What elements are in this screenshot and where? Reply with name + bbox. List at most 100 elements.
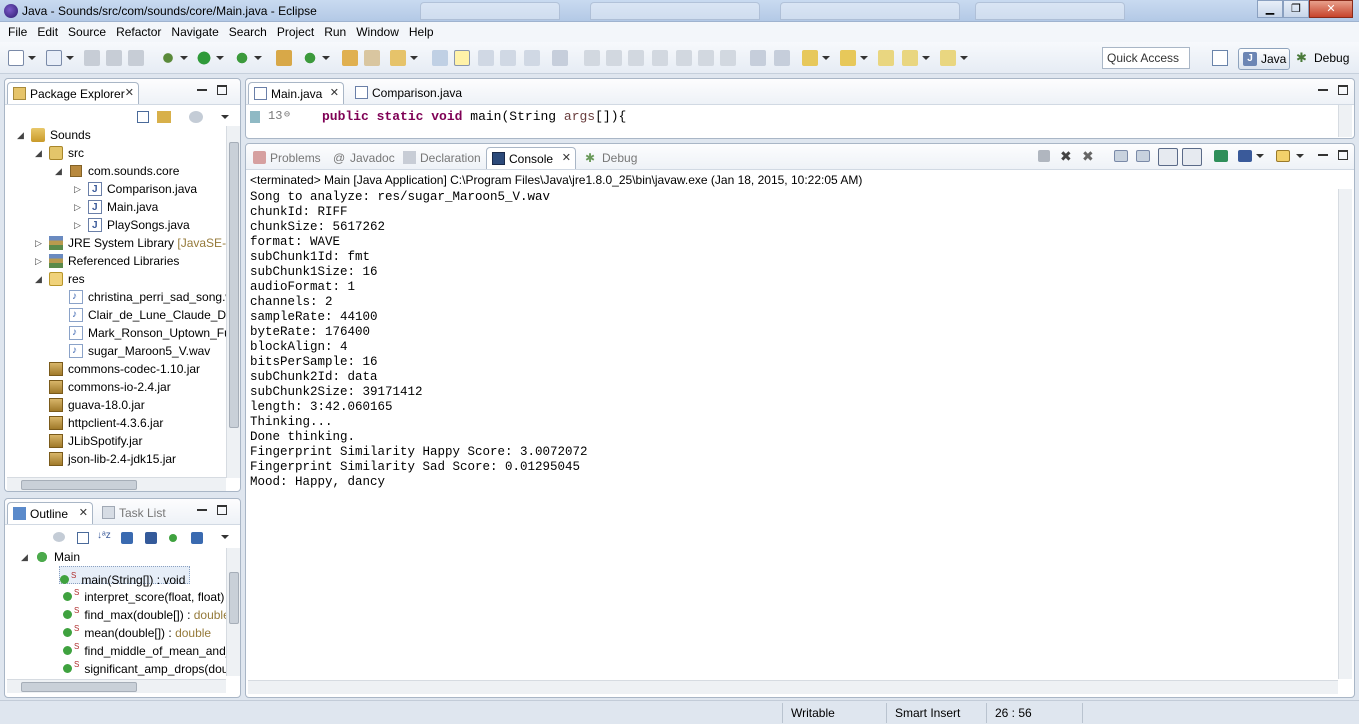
tree-item-project[interactable]: ◢ Sounds (17, 126, 91, 144)
collapsed-icon[interactable]: ▷ (74, 198, 81, 216)
chevron-down-icon[interactable] (822, 56, 830, 60)
tab-console[interactable]: Console ✕ (486, 147, 576, 169)
hide-local-types-icon[interactable] (191, 532, 203, 544)
outline-method[interactable]: Sfind_max(double[]) : double (63, 602, 227, 622)
tree-item-jar[interactable]: json-lib-2.4-jdk15.jar (49, 450, 176, 468)
save-all-icon[interactable] (106, 50, 122, 66)
step-return-icon[interactable] (720, 50, 736, 66)
tree-item-wav[interactable]: sugar_Maroon5_V.wav (69, 342, 210, 360)
collapse-all-icon[interactable] (77, 532, 89, 544)
expanded-icon[interactable]: ◢ (21, 548, 28, 566)
tree-item-wav[interactable]: Mark_Ronson_Uptown_Funk.wav (69, 324, 227, 342)
maximize-icon[interactable] (1338, 150, 1348, 160)
tree-item-comparison[interactable]: ▷ Comparison.java (74, 180, 197, 199)
close-button[interactable]: ✕ (1309, 0, 1353, 18)
new-java-project-icon[interactable] (276, 50, 292, 66)
open-task-icon[interactable] (364, 50, 380, 66)
pin-console-icon[interactable] (1214, 150, 1228, 162)
menu-run[interactable]: Run (320, 25, 352, 39)
tab-package-explorer[interactable]: Package Explorer ✕ (7, 82, 139, 104)
collapsed-icon[interactable]: ▷ (35, 252, 42, 270)
tab-debug[interactable]: ✱ Debug (580, 147, 642, 169)
run-external-icon[interactable] (234, 50, 250, 66)
chevron-down-icon[interactable] (254, 56, 262, 60)
remove-launch-icon[interactable]: ✖ (1060, 149, 1076, 165)
tree-item-jar[interactable]: commons-codec-1.10.jar (49, 360, 200, 378)
editor-vscrollbar[interactable] (1338, 105, 1352, 137)
scroll-thumb[interactable] (229, 142, 239, 428)
collapsed-icon[interactable]: ▷ (74, 180, 81, 198)
resume-icon[interactable] (584, 50, 600, 66)
step-into-icon[interactable] (676, 50, 692, 66)
filter-icon[interactable] (189, 111, 203, 123)
show-whitespace-icon[interactable] (500, 50, 516, 66)
minimize-button[interactable]: ▁ (1257, 0, 1283, 18)
terminate-icon[interactable] (1038, 150, 1050, 162)
tree-item-wav[interactable]: christina_perri_sad_song.wav (69, 288, 227, 306)
show-stderr-icon[interactable] (1182, 148, 1202, 166)
skip-breakpoints-icon[interactable] (552, 50, 568, 66)
code-line[interactable]: 13 ⊖ public static void main(String args… (248, 109, 1338, 127)
tab-declaration[interactable]: Declaration (398, 147, 484, 169)
remove-all-launches-icon[interactable]: ✖ (1082, 149, 1098, 165)
highlight-icon[interactable] (454, 50, 470, 66)
collapse-all-icon[interactable] (137, 111, 149, 123)
outline-method[interactable]: Sinterpret_score(float, float) (63, 584, 224, 604)
show-stdout-icon[interactable] (1158, 148, 1178, 166)
new-icon[interactable] (8, 50, 24, 66)
scroll-thumb[interactable] (229, 572, 239, 624)
next-edit-icon[interactable] (802, 50, 818, 66)
tree-item-jar[interactable]: httpclient-4.3.6.jar (49, 414, 163, 432)
console-output[interactable]: Song to analyze: res/sugar_Maroon5_V.wav… (250, 190, 588, 490)
chevron-down-icon[interactable] (860, 56, 868, 60)
chevron-down-icon[interactable] (322, 56, 330, 60)
debug-icon[interactable] (160, 50, 176, 66)
maximize-icon[interactable] (1338, 85, 1348, 95)
chevron-down-icon[interactable] (922, 56, 930, 60)
minimize-icon[interactable] (197, 505, 207, 511)
expanded-icon[interactable]: ◢ (35, 270, 42, 288)
menu-refactor[interactable]: Refactor (112, 25, 167, 39)
chevron-down-icon[interactable] (1256, 154, 1264, 158)
hide-static-icon[interactable] (145, 532, 157, 544)
scroll-thumb[interactable] (21, 480, 137, 490)
pilcrow-icon[interactable] (524, 50, 540, 66)
display-console-icon[interactable] (1238, 150, 1252, 162)
scroll-thumb[interactable] (21, 682, 137, 692)
menu-help[interactable]: Help (405, 25, 440, 39)
tree-item-wav[interactable]: Clair_de_Lune_Claude_Debussy.wav (69, 306, 227, 324)
close-icon[interactable]: ✕ (330, 86, 339, 99)
chevron-down-icon[interactable] (410, 56, 418, 60)
scroll-lock-icon[interactable] (1136, 150, 1150, 162)
save-icon[interactable] (84, 50, 100, 66)
view-menu-icon[interactable] (221, 115, 229, 119)
tree-item-src[interactable]: ◢ src (35, 144, 84, 162)
console-hscrollbar[interactable] (248, 680, 1338, 694)
expanded-icon[interactable]: ◢ (17, 126, 24, 144)
hide-fields-icon[interactable] (121, 532, 133, 544)
sort-icon[interactable]: ↓ᵃz (97, 530, 111, 541)
minimize-icon[interactable] (1318, 150, 1328, 156)
step-over-icon[interactable] (698, 50, 714, 66)
minimize-icon[interactable] (197, 85, 207, 91)
link-with-editor-icon[interactable] (157, 111, 171, 123)
previous-annotation-icon[interactable] (774, 50, 790, 66)
fold-icon[interactable]: ⊖ (284, 109, 290, 121)
menu-window[interactable]: Window (352, 25, 405, 39)
back-arrow-icon[interactable] (902, 50, 918, 66)
expanded-icon[interactable]: ◢ (35, 144, 42, 162)
maximize-icon[interactable] (217, 505, 227, 515)
chevron-down-icon[interactable] (216, 56, 224, 60)
chevron-down-icon[interactable] (66, 56, 74, 60)
menu-navigate[interactable]: Navigate (167, 25, 224, 39)
toggle-mark-occurrences-icon[interactable] (432, 50, 448, 66)
clear-console-icon[interactable] (1114, 150, 1128, 162)
expanded-icon[interactable]: ◢ (55, 162, 62, 180)
tree-item-jar[interactable]: commons-io-2.4.jar (49, 378, 171, 396)
menu-file[interactable]: File (4, 25, 33, 39)
quick-access-input[interactable]: Quick Access (1102, 47, 1190, 69)
perspective-debug-button[interactable]: ✱ Debug (1296, 48, 1349, 70)
tab-main-java[interactable]: Main.java ✕ (248, 82, 344, 104)
open-type-icon[interactable] (342, 50, 358, 66)
tab-comparison-java[interactable]: Comparison.java (350, 82, 468, 104)
